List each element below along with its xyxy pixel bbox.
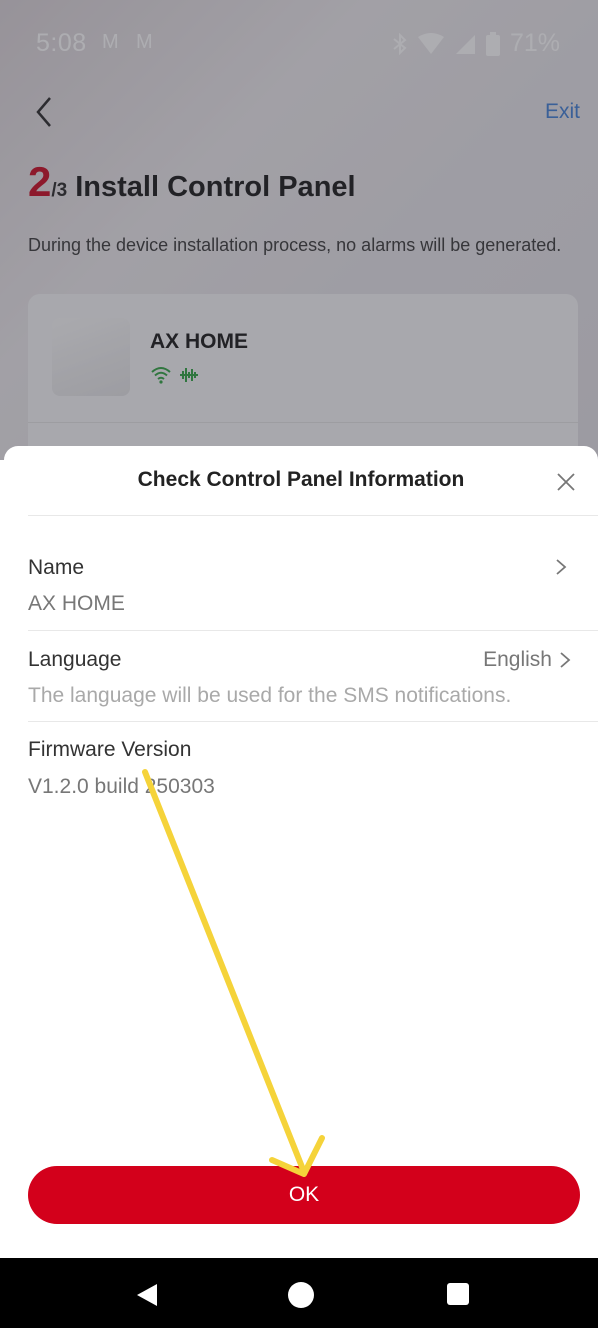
language-selector[interactable]: English <box>483 648 572 672</box>
language-value: English <box>483 648 552 671</box>
divider <box>28 721 598 722</box>
name-label: Name <box>28 556 85 579</box>
nav-back-icon[interactable] <box>135 1282 159 1308</box>
divider <box>28 515 598 516</box>
close-icon[interactable] <box>554 470 578 494</box>
language-label: Language <box>28 648 122 671</box>
ok-label: OK <box>288 1183 320 1206</box>
language-hint: The language will be used for the SMS no… <box>28 684 512 707</box>
modal-scrim[interactable] <box>0 0 598 460</box>
name-value: AX HOME <box>28 592 125 615</box>
chevron-right-icon <box>556 559 567 575</box>
control-panel-info-sheet: Check Control Panel Information Name AX … <box>4 446 598 1258</box>
firmware-value: V1.2.0 build 250303 <box>28 775 215 798</box>
chevron-right-icon <box>560 652 571 668</box>
sheet-title: Check Control Panel Information <box>137 468 465 491</box>
divider <box>28 630 598 631</box>
ok-button[interactable]: OK <box>28 1166 580 1224</box>
firmware-label: Firmware Version <box>28 738 192 761</box>
system-nav-bar <box>0 1258 598 1328</box>
nav-recents-icon[interactable] <box>447 1283 469 1305</box>
nav-home-icon[interactable] <box>288 1282 314 1308</box>
